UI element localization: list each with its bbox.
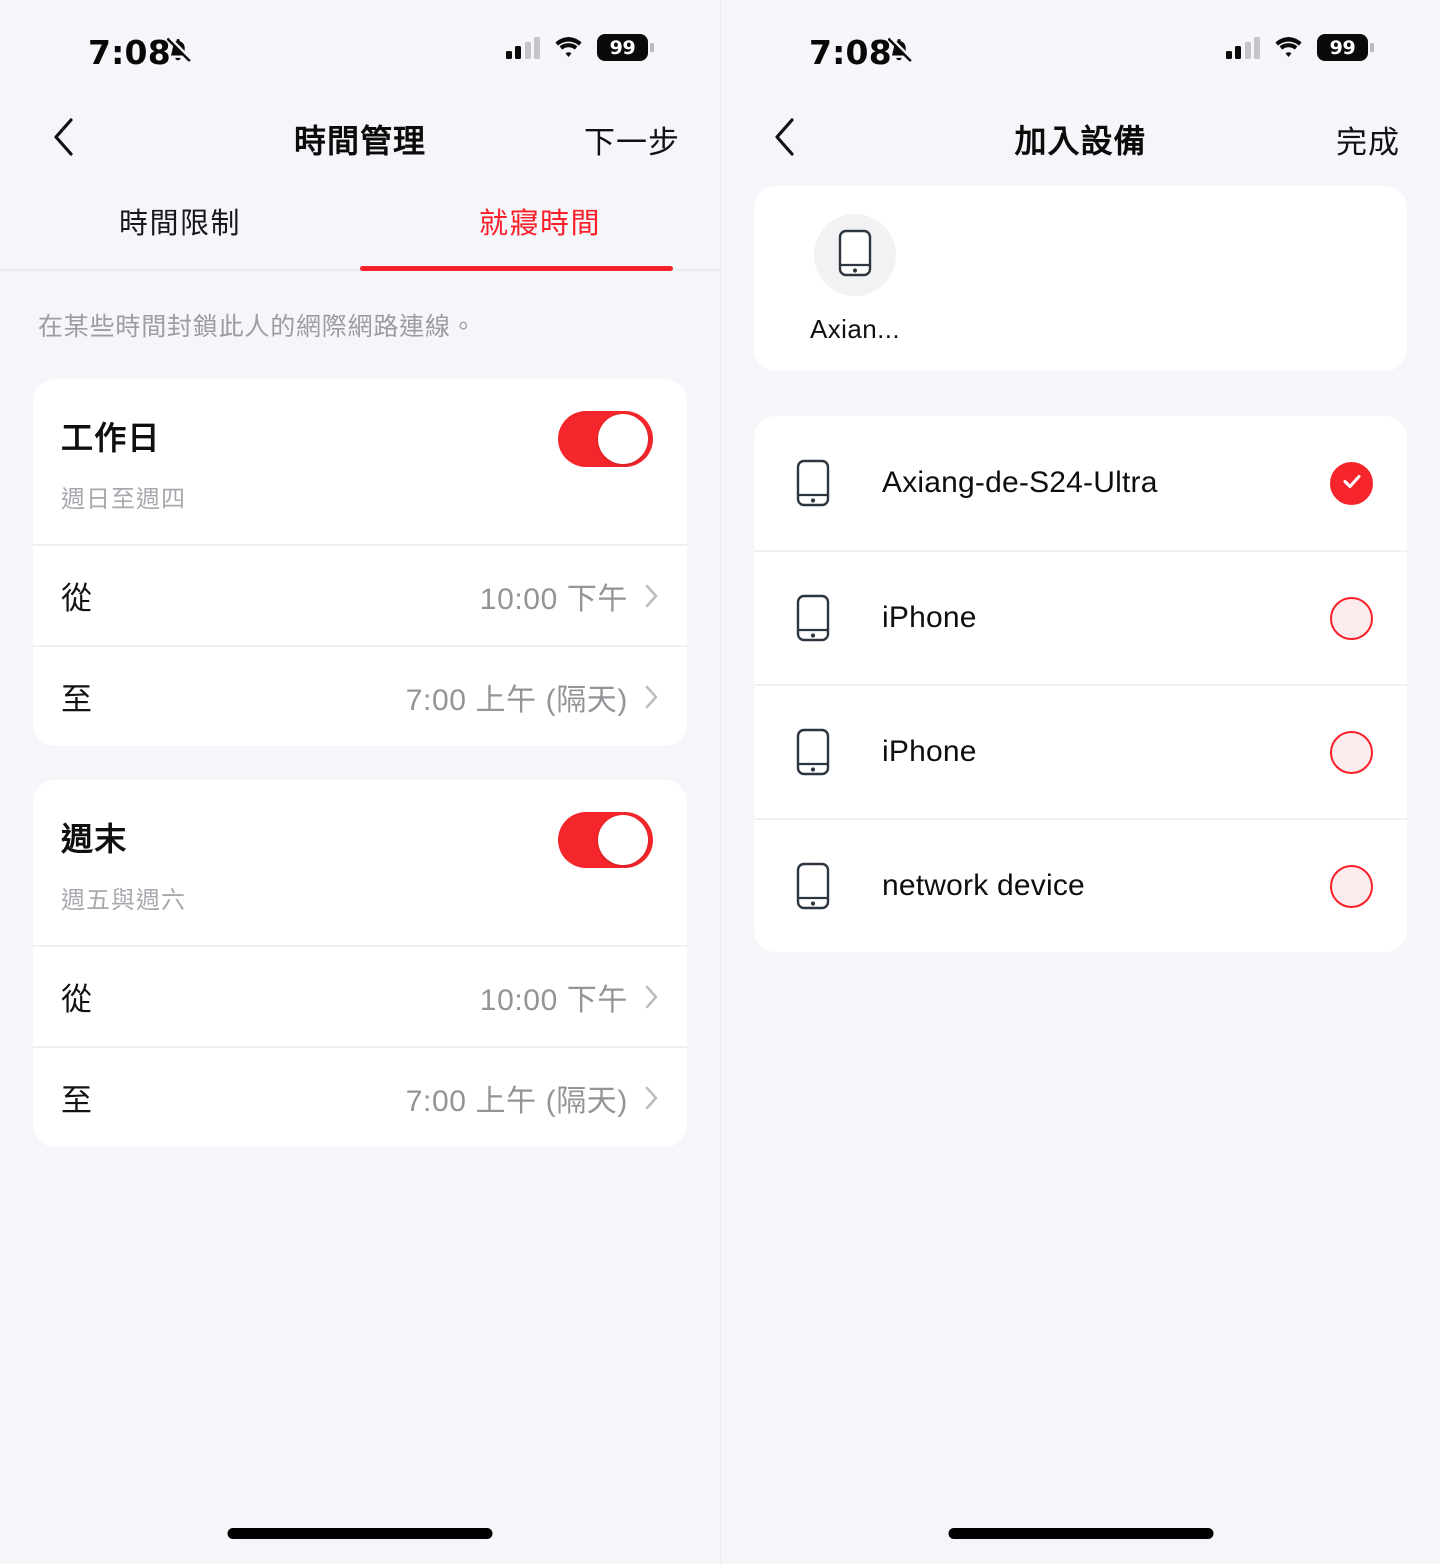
row-value-group: 10:00 下午 xyxy=(480,574,659,618)
avatar xyxy=(814,214,896,296)
device-name: iPhone xyxy=(882,601,977,634)
chevron-right-icon xyxy=(644,583,659,609)
chevron-right-icon xyxy=(644,684,659,710)
device-row[interactable]: Axiang-de-S24-Ultra xyxy=(754,416,1407,550)
left-phone-screen: 7:08 99 時間管理 下一步 時間限制 就寢時間 在某些時間封鎖此人的網際網… xyxy=(0,0,720,1564)
row-value: 10:00 下午 xyxy=(479,582,628,616)
device-select-radio[interactable] xyxy=(1330,730,1373,774)
device-info: Axiang-de-S24-Ultra xyxy=(882,466,1330,500)
wifi-icon xyxy=(1273,36,1304,59)
phone-icon xyxy=(838,229,872,282)
row-value-group: 7:00 上午 (隔天) xyxy=(406,1076,659,1120)
tab-time-limit[interactable]: 時間限制 xyxy=(0,178,360,269)
device-select-radio[interactable] xyxy=(1330,864,1373,908)
status-bar-right: 7:08 99 xyxy=(721,0,1440,100)
row-value-group: 7:00 上午 (隔天) xyxy=(406,675,659,719)
device-name: network device xyxy=(882,869,1085,902)
cellular-signal-icon xyxy=(505,36,540,59)
battery-level: 99 xyxy=(1329,36,1356,59)
row-label: 從 xyxy=(61,982,93,1017)
device-row[interactable]: iPhone xyxy=(754,550,1407,684)
page-title: 加入設備 xyxy=(1014,123,1147,159)
status-indicators: 99 xyxy=(1225,34,1374,61)
nav-bar-left: 時間管理 下一步 xyxy=(0,100,720,178)
selected-devices-card: Axian... xyxy=(754,186,1407,371)
row-label: 至 xyxy=(61,1083,93,1118)
next-button[interactable]: 下一步 xyxy=(584,117,680,162)
status-time: 7:08 xyxy=(809,33,892,72)
selected-device-chip[interactable]: Axian... xyxy=(780,214,930,345)
battery-indicator: 99 xyxy=(597,34,654,61)
schedule-subtitle: 週日至週四 xyxy=(61,486,186,513)
schedule-row-to-weekday[interactable]: 至 7:00 上午 (隔天) xyxy=(33,645,687,746)
phone-icon xyxy=(786,594,840,642)
status-indicators: 99 xyxy=(505,34,654,61)
chevron-right-icon xyxy=(644,1085,659,1111)
schedule-row-from-weekday[interactable]: 從 10:00 下午 xyxy=(33,544,687,645)
device-select-radio-checked[interactable] xyxy=(1330,461,1373,505)
chip-label: Axian... xyxy=(810,314,900,344)
status-time: 7:08 xyxy=(88,33,171,72)
row-label: 從 xyxy=(61,581,93,616)
device-info: iPhone xyxy=(882,601,1330,635)
status-bar-left: 7:08 99 xyxy=(0,0,720,100)
device-info: network device xyxy=(882,869,1330,903)
schedule-row-to-weekend[interactable]: 至 7:00 上午 (隔天) xyxy=(33,1046,687,1147)
schedule-toggle-weekday[interactable] xyxy=(558,411,653,467)
device-list-card: Axiang-de-S24-Ultra iPhone iPhone networ… xyxy=(754,416,1407,952)
right-phone-screen: 7:08 99 加入設備 完成 Axian... Axiang-de-S24-U… xyxy=(720,0,1440,1564)
schedule-header: 週末 週五與週六 xyxy=(33,780,687,945)
schedule-row-from-weekend[interactable]: 從 10:00 下午 xyxy=(33,945,687,1046)
row-value: 10:00 下午 xyxy=(479,983,628,1017)
device-name: iPhone xyxy=(882,735,977,768)
dual-phone-screenshot: 7:08 99 時間管理 下一步 時間限制 就寢時間 在某些時間封鎖此人的網際網… xyxy=(0,0,1440,1564)
device-row[interactable]: network device xyxy=(754,818,1407,952)
phone-icon xyxy=(786,459,840,507)
schedule-subtitle: 週五與週六 xyxy=(61,887,186,914)
toggle-knob xyxy=(598,815,648,865)
done-button[interactable]: 完成 xyxy=(1336,117,1400,162)
schedule-card-weekend: 週末 週五與週六 從 10:00 下午 至 7:00 上午 (隔天) xyxy=(33,780,687,1147)
nav-bar-right: 加入設備 完成 xyxy=(721,100,1440,178)
home-indicator[interactable] xyxy=(227,1528,493,1539)
toggle-knob xyxy=(598,414,648,464)
schedule-card-weekday: 工作日 週日至週四 從 10:00 下午 至 7:00 上午 (隔天) xyxy=(33,379,687,746)
bell-muted-icon xyxy=(884,36,914,66)
bell-muted-icon xyxy=(163,36,193,66)
row-value-group: 10:00 下午 xyxy=(480,975,659,1019)
row-label: 至 xyxy=(61,682,93,717)
schedule-toggle-weekend[interactable] xyxy=(558,812,653,868)
device-info: iPhone xyxy=(882,735,1330,769)
row-value: 7:00 上午 (隔天) xyxy=(405,683,628,717)
battery-level: 99 xyxy=(609,36,636,59)
device-row[interactable]: iPhone xyxy=(754,684,1407,818)
cellular-signal-icon xyxy=(1225,36,1260,59)
device-name: Axiang-de-S24-Ultra xyxy=(882,466,1158,499)
section-description: 在某些時間封鎖此人的網際網路連線。 xyxy=(38,313,477,341)
wifi-icon xyxy=(553,36,584,59)
battery-indicator: 99 xyxy=(1317,34,1374,61)
home-indicator[interactable] xyxy=(948,1528,1213,1539)
schedule-header: 工作日 週日至週四 xyxy=(33,379,687,544)
chevron-right-icon xyxy=(644,984,659,1010)
tab-bar: 時間限制 就寢時間 xyxy=(0,178,720,271)
tab-bedtime[interactable]: 就寢時間 xyxy=(360,178,720,269)
tab-active-indicator xyxy=(360,266,673,271)
phone-icon xyxy=(786,728,840,776)
phone-icon xyxy=(786,862,840,910)
row-value: 7:00 上午 (隔天) xyxy=(405,1084,628,1118)
checkmark-icon xyxy=(1340,469,1364,498)
device-select-radio[interactable] xyxy=(1330,596,1373,640)
